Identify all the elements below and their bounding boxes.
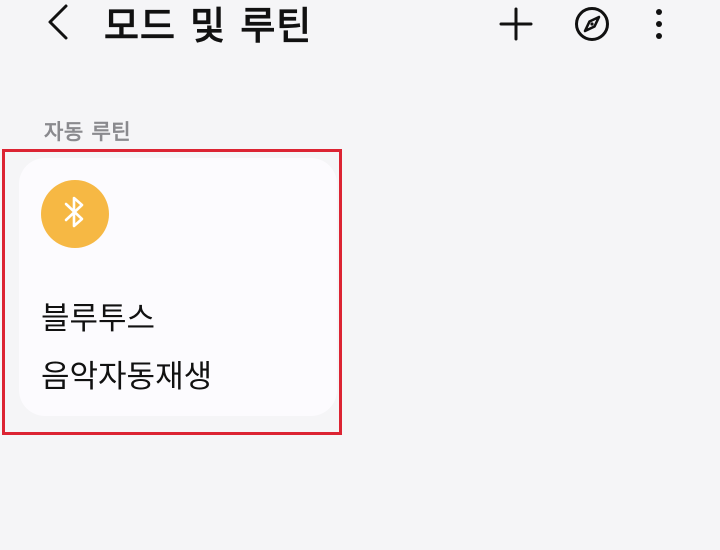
routine-name: 블루투스 음악자동재생 [41,301,213,395]
more-vertical-icon [654,7,664,45]
page-title: 모드 및 루틴 [104,4,313,48]
chevron-left-icon [46,3,70,45]
back-button[interactable] [38,2,78,46]
section-title-auto-routines: 자동 루틴 [44,120,132,144]
routine-icon [41,180,109,248]
plus-icon [499,7,533,45]
bluetooth-icon [61,195,89,233]
routine-card[interactable]: 블루투스 음악자동재생 [19,158,337,416]
more-options-button[interactable] [637,4,681,48]
discover-button[interactable] [570,4,614,48]
modes-and-routines-screen: 모드 및 루틴 자동 루틴 블루투스 음악자동재생 [0,0,720,550]
add-routine-button[interactable] [494,4,538,48]
compass-icon [574,6,610,46]
app-bar: 모드 및 루틴 [0,0,720,60]
